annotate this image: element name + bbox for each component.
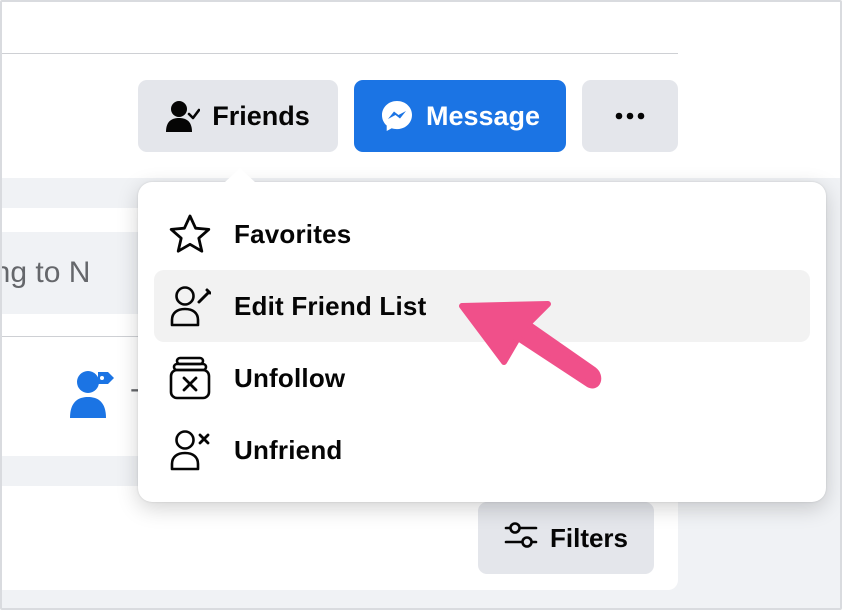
friend-check-icon (166, 100, 201, 132)
menu-item-unfriend[interactable]: Unfriend (154, 414, 810, 486)
screenshot-frame: thing to N - Filters (0, 0, 842, 610)
menu-item-label: Unfollow (234, 362, 346, 393)
pointer-arrow-icon (458, 296, 608, 401)
header-divider (2, 53, 678, 54)
friends-button-label: Friends (212, 100, 310, 131)
filters-label: Filters (549, 522, 629, 553)
message-button-label: Message (425, 100, 541, 131)
unfriend-icon (166, 426, 214, 474)
edit-friend-list-icon (166, 282, 214, 330)
more-dots-icon (615, 112, 645, 120)
menu-item-label: Edit Friend List (234, 290, 427, 321)
menu-item-favorites[interactable]: Favorites (154, 198, 810, 270)
friends-button[interactable]: Friends (138, 80, 338, 152)
dropdown-caret (224, 168, 256, 183)
unfollow-icon (166, 354, 214, 402)
star-icon (166, 210, 214, 258)
message-button[interactable]: Message (354, 80, 566, 152)
tag-friends-icon[interactable] (68, 368, 116, 423)
menu-item-label: Favorites (234, 218, 352, 249)
composer-placeholder: thing to N (2, 256, 91, 289)
profile-header: Friends Message (2, 2, 840, 178)
filters-icon (504, 521, 538, 556)
messenger-icon (380, 99, 414, 133)
menu-item-label: Unfriend (234, 434, 343, 465)
filters-button[interactable]: Filters (478, 502, 654, 574)
more-button[interactable] (582, 80, 678, 152)
